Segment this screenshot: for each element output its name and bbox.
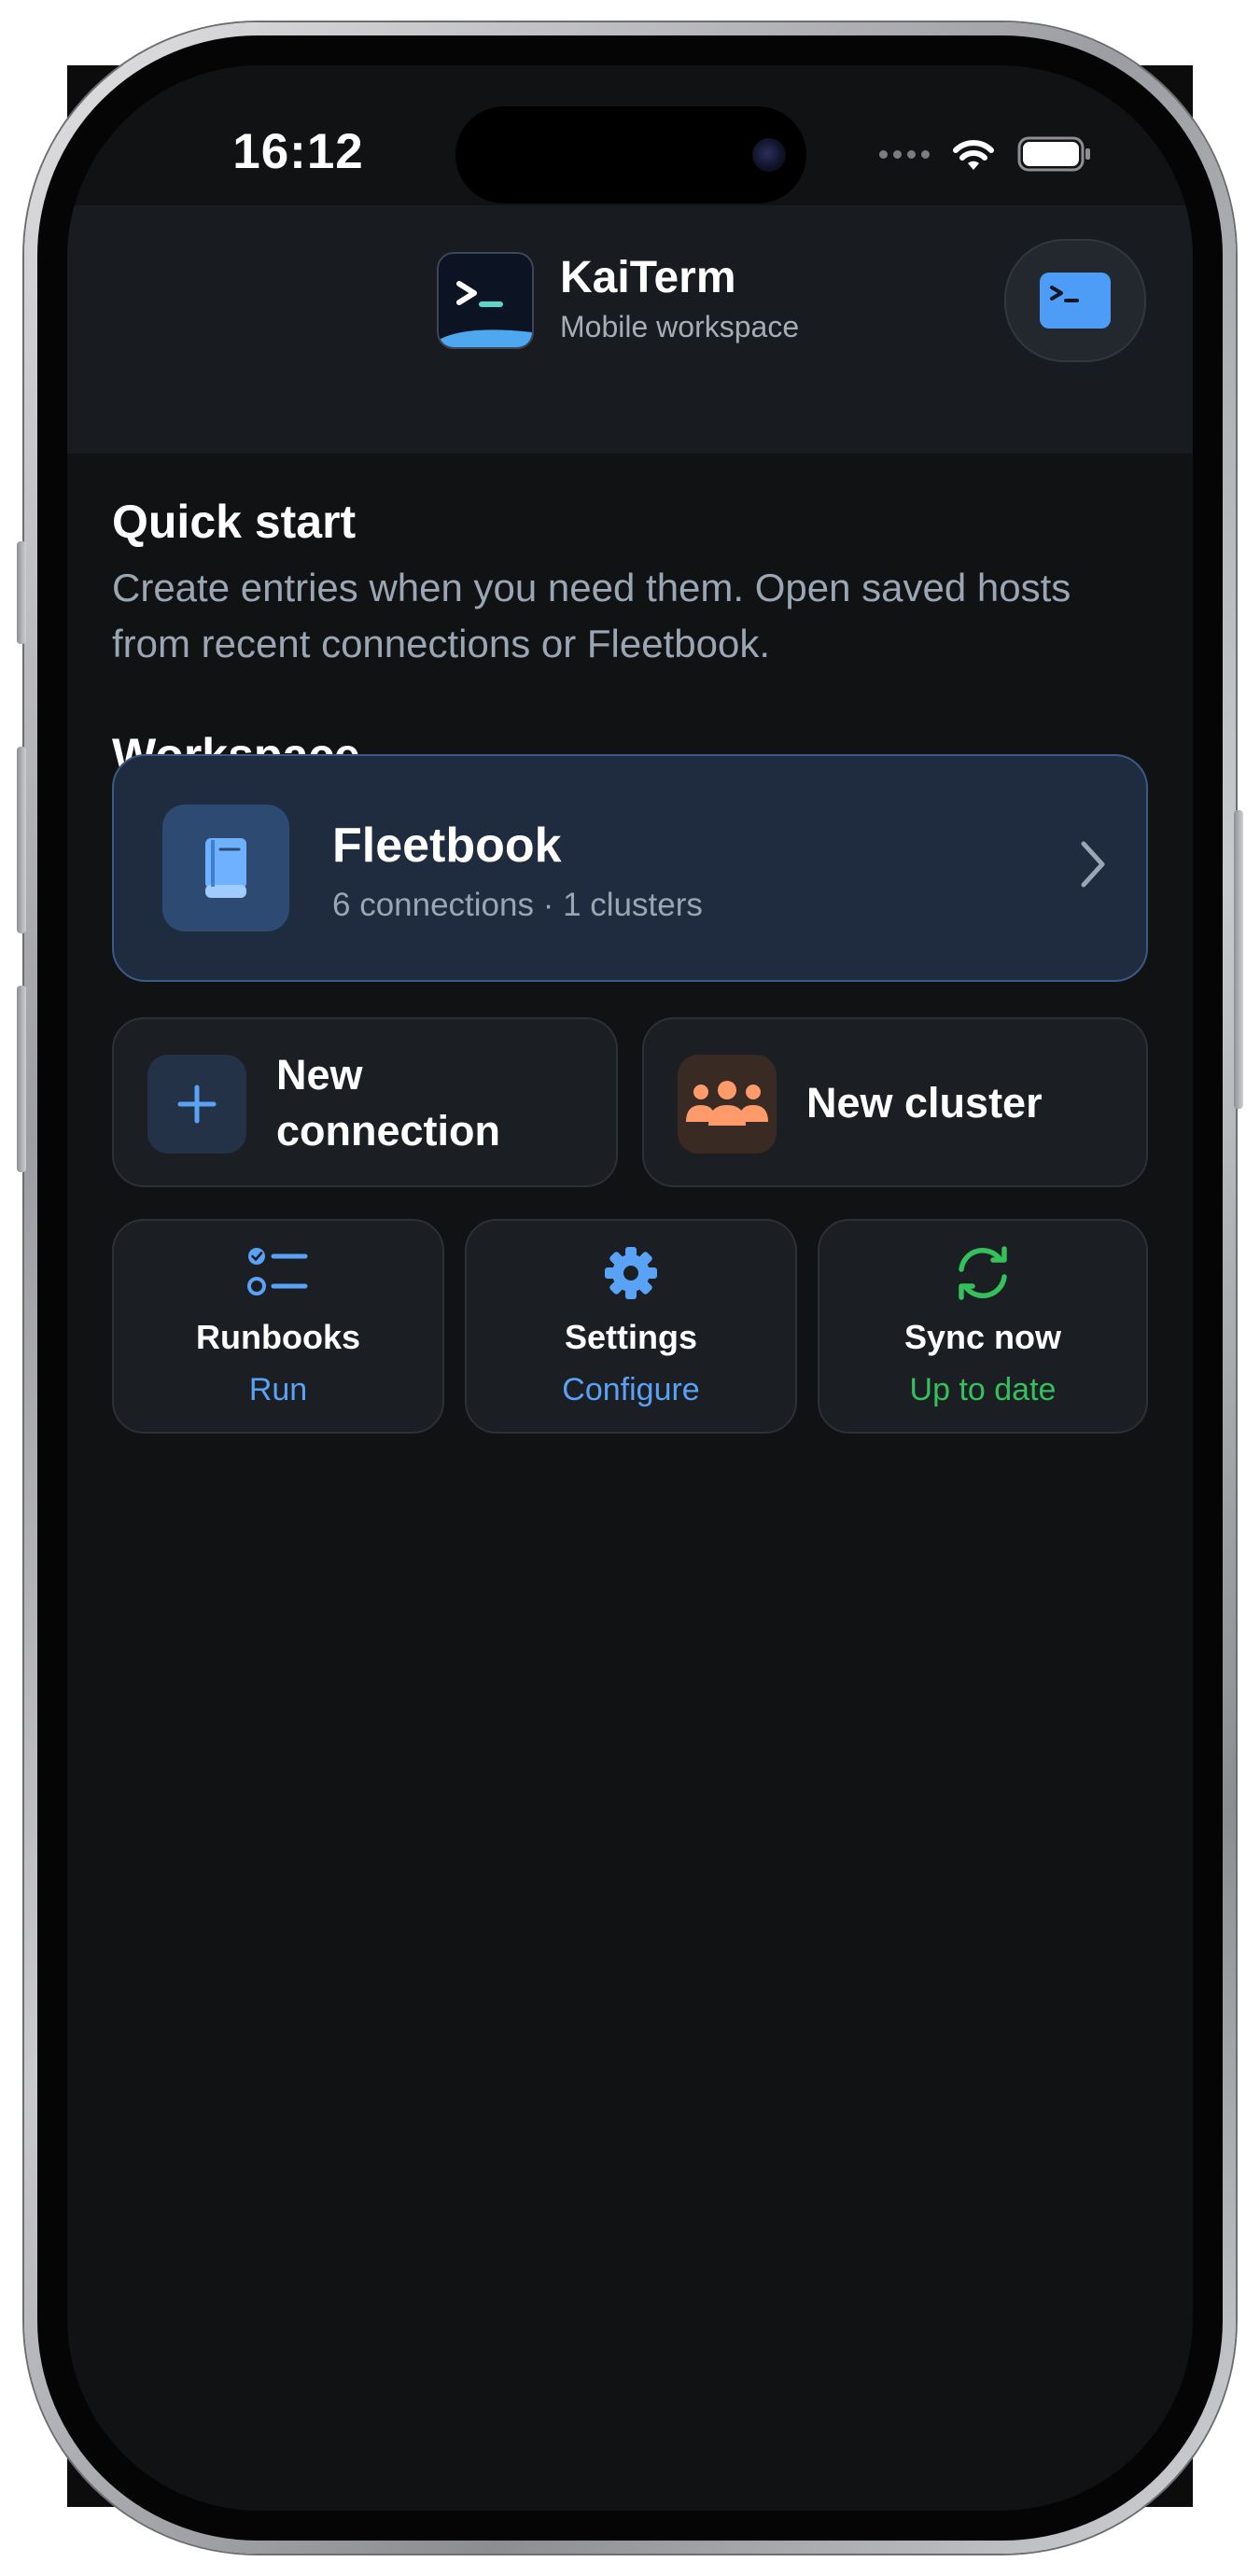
dynamic-island — [455, 106, 806, 203]
cellular-signal-icon — [879, 149, 930, 159]
fleetbook-title: Fleetbook — [332, 819, 562, 873]
plus-icon — [147, 1055, 246, 1154]
runbooks-tile[interactable]: Runbooks Run — [112, 1219, 444, 1434]
status-indicators — [879, 136, 1092, 172]
wifi-icon — [953, 140, 994, 170]
open-terminal-button[interactable] — [1004, 239, 1146, 362]
settings-title: Settings — [564, 1318, 697, 1356]
checklist-icon — [247, 1248, 308, 1295]
runbooks-action: Run — [248, 1372, 308, 1407]
new-cluster-button[interactable]: New cluster — [642, 1017, 1148, 1187]
power-button — [1234, 810, 1243, 1109]
fleetbook-subtitle: 6 connections · 1 clusters — [332, 887, 703, 923]
battery-icon — [1017, 136, 1090, 172]
volume-down-button — [17, 986, 26, 1172]
app-name: KaiTerm — [560, 253, 736, 302]
gear-icon — [605, 1247, 657, 1299]
people-icon — [678, 1055, 777, 1154]
quick-start-description: Create entries when you need them. Open … — [112, 566, 1071, 665]
sync-status: Up to date — [909, 1372, 1057, 1407]
book-icon — [162, 805, 289, 931]
chevron-right-icon — [1081, 841, 1105, 888]
action-button — [17, 541, 26, 644]
settings-tile[interactable]: Settings Configure — [465, 1219, 797, 1434]
fleetbook-card[interactable]: Fleetbook 6 connections · 1 clusters — [112, 754, 1148, 982]
sync-tile[interactable]: Sync now Up to date — [818, 1219, 1148, 1434]
terminal-icon — [437, 252, 534, 349]
new-connection-button[interactable]: New connection — [112, 1017, 618, 1187]
sync-title: Sync now — [903, 1318, 1062, 1356]
screen: 16:12 KaiTerm Mobile workspace Quick sta… — [67, 65, 1193, 2511]
volume-up-button — [17, 747, 26, 933]
app-subtitle: Mobile workspace — [560, 310, 800, 343]
camera-icon — [752, 138, 786, 172]
quick-start-title: Quick start — [112, 496, 357, 548]
new-connection-label: New connection — [276, 1051, 501, 1155]
runbooks-title: Runbooks — [196, 1318, 360, 1356]
terminal-icon — [1040, 273, 1111, 329]
status-time: 16:12 — [232, 124, 364, 179]
sync-icon — [959, 1246, 1007, 1300]
new-cluster-label: New cluster — [806, 1079, 1043, 1127]
settings-action: Configure — [562, 1372, 700, 1407]
